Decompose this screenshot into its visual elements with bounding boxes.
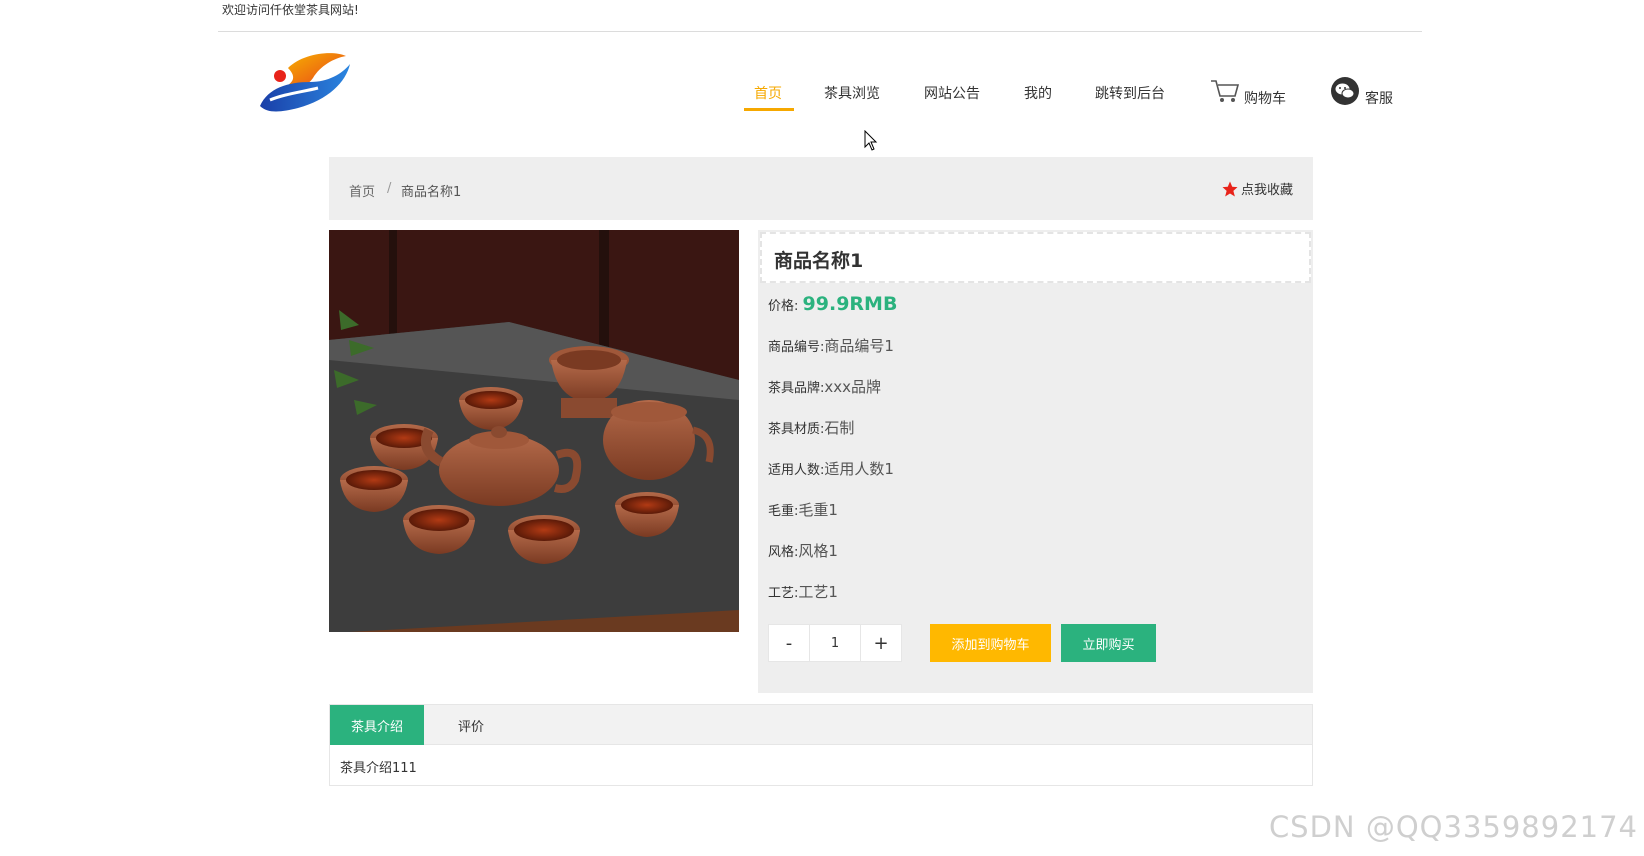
nav-home[interactable]: 首页 xyxy=(754,83,782,103)
add-to-cart-button[interactable]: 添加到购物车 xyxy=(930,624,1051,662)
tab-bar: 茶具介绍 评价 xyxy=(330,705,1312,745)
nav-cart[interactable]: 购物车 xyxy=(1244,88,1286,108)
favorite-button[interactable]: 点我收藏 xyxy=(1221,179,1293,198)
favorite-label: 点我收藏 xyxy=(1240,183,1293,198)
breadcrumb-home[interactable]: 首页 xyxy=(349,181,375,200)
nav-admin[interactable]: 跳转到后台 xyxy=(1095,83,1165,103)
price-value: 99.9RMB xyxy=(802,293,898,315)
breadcrumb-separator: / xyxy=(387,181,392,196)
nav-active-underline xyxy=(744,108,794,111)
attr-value: 工艺1 xyxy=(798,583,838,601)
attr-row-people: 适用人数:适用人数1 xyxy=(768,458,894,479)
quantity-stepper: - 1 + xyxy=(768,624,902,662)
attr-value: 石制 xyxy=(824,419,855,437)
product-title-box: 商品名称1 xyxy=(760,232,1311,283)
attr-label: 适用人数: xyxy=(768,463,825,478)
attr-value: 商品编号1 xyxy=(824,337,894,355)
attr-row-material: 茶具材质:石制 xyxy=(768,417,854,438)
nav-tea-browse[interactable]: 茶具浏览 xyxy=(824,83,880,103)
attr-value: 风格1 xyxy=(798,542,838,560)
attr-label: 商品编号: xyxy=(768,340,825,355)
product-image xyxy=(329,230,739,632)
attr-row-style: 风格:风格1 xyxy=(768,540,838,561)
nav-service[interactable]: 客服 xyxy=(1365,88,1393,108)
quantity-input[interactable]: 1 xyxy=(810,624,860,662)
tab-content: 茶具介绍111 xyxy=(340,761,417,776)
attr-value: xxx品牌 xyxy=(824,378,882,396)
attr-label: 工艺: xyxy=(768,586,799,601)
attr-label: 茶具品牌: xyxy=(768,381,825,396)
detail-tabs: 茶具介绍 评价 茶具介绍111 xyxy=(329,704,1313,786)
star-icon xyxy=(1222,181,1238,196)
tab-reviews[interactable]: 评价 xyxy=(424,705,518,745)
buy-now-button[interactable]: 立即购买 xyxy=(1061,624,1156,662)
breadcrumb: 首页 / 商品名称1 点我收藏 xyxy=(329,157,1313,220)
breadcrumb-current: 商品名称1 xyxy=(401,185,462,200)
shopping-cart-icon[interactable] xyxy=(1210,78,1240,104)
product-info-panel: 商品名称1 价格: 99.9RMB 商品编号:商品编号1 茶具品牌:xxx品牌 … xyxy=(758,230,1313,693)
quantity-plus-button[interactable]: + xyxy=(860,624,902,662)
nav-mine[interactable]: 我的 xyxy=(1024,83,1052,103)
nav-announcements[interactable]: 网站公告 xyxy=(924,83,980,103)
quantity-minus-button[interactable]: - xyxy=(768,624,810,662)
product-title: 商品名称1 xyxy=(774,250,864,272)
attr-row-brand: 茶具品牌:xxx品牌 xyxy=(768,376,881,397)
attr-value: 适用人数1 xyxy=(824,460,894,478)
attr-value: 毛重1 xyxy=(798,501,838,519)
mouse-cursor-icon xyxy=(864,130,878,151)
top-divider xyxy=(218,31,1422,32)
site-logo[interactable] xyxy=(258,48,352,122)
attr-row-craft: 工艺:工艺1 xyxy=(768,581,838,602)
price-label: 价格: xyxy=(768,299,799,314)
attr-row-weight: 毛重:毛重1 xyxy=(768,499,838,520)
price-row: 价格: 99.9RMB xyxy=(768,293,897,315)
attr-row-product-id: 商品编号:商品编号1 xyxy=(768,335,894,356)
tab-tea-intro[interactable]: 茶具介绍 xyxy=(330,705,424,745)
attr-label: 毛重: xyxy=(768,504,799,519)
watermark: CSDN @QQ3359892174 xyxy=(1268,810,1638,844)
attr-label: 风格: xyxy=(768,545,799,560)
attr-label: 茶具材质: xyxy=(768,422,825,437)
wechat-icon[interactable] xyxy=(1330,76,1360,106)
welcome-text: 欢迎访问仟依堂茶具网站! xyxy=(222,3,359,17)
